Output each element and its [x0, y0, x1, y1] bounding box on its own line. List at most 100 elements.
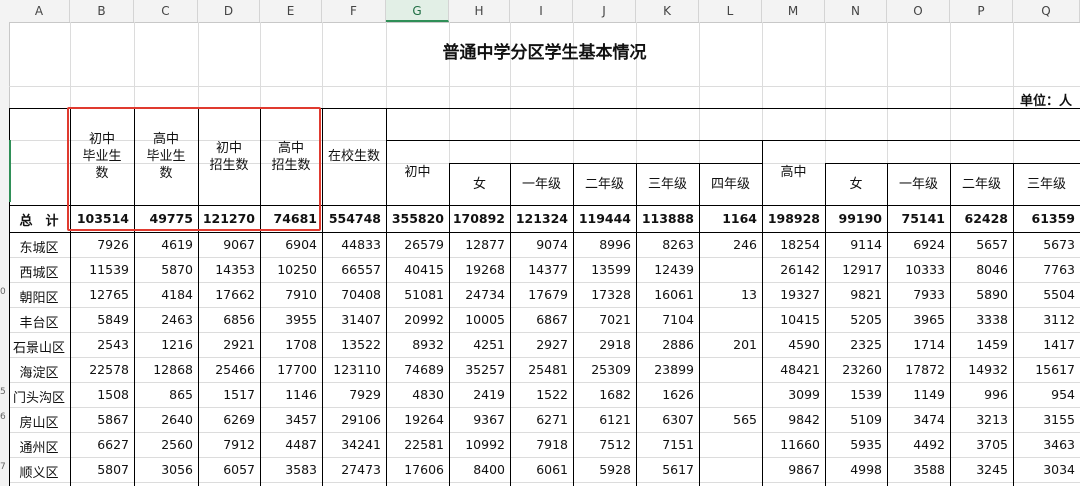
- table-cell[interactable]: 1539: [825, 387, 882, 402]
- table-cell[interactable]: 70408: [322, 287, 381, 302]
- table-cell[interactable]: 119444: [573, 211, 631, 226]
- table-cell[interactable]: 7021: [573, 312, 631, 327]
- table-cell[interactable]: 6057: [198, 462, 255, 477]
- table-cell[interactable]: 10415: [762, 312, 820, 327]
- table-cell[interactable]: 7918: [510, 437, 568, 452]
- table-cell[interactable]: 6061: [510, 462, 568, 477]
- table-cell[interactable]: 17606: [386, 462, 444, 477]
- table-cell[interactable]: 13599: [573, 262, 631, 277]
- table-cell[interactable]: 19268: [449, 262, 505, 277]
- table-cell[interactable]: 7926: [70, 237, 129, 252]
- table-cell[interactable]: 7763: [1013, 262, 1075, 277]
- table-cell[interactable]: 1216: [134, 337, 193, 352]
- table-cell[interactable]: 3338: [950, 312, 1008, 327]
- table-cell[interactable]: 13: [699, 287, 757, 302]
- table-cell[interactable]: 5205: [825, 312, 882, 327]
- table-cell[interactable]: 1626: [636, 387, 694, 402]
- table-cell[interactable]: 34241: [322, 437, 381, 452]
- table-cell[interactable]: 27473: [322, 462, 381, 477]
- table-cell[interactable]: 1459: [950, 337, 1008, 352]
- table-cell[interactable]: 20992: [386, 312, 444, 327]
- table-cell[interactable]: 12917: [825, 262, 882, 277]
- table-cell[interactable]: 9074: [510, 237, 568, 252]
- table-cell[interactable]: 1708: [260, 337, 317, 352]
- table-cell[interactable]: 12765: [70, 287, 129, 302]
- table-cell[interactable]: 8932: [386, 337, 444, 352]
- table-cell[interactable]: 66557: [322, 262, 381, 277]
- table-cell[interactable]: 15617: [1013, 362, 1075, 377]
- table-cell[interactable]: 123110: [322, 362, 381, 377]
- table-cell[interactable]: 2463: [134, 312, 193, 327]
- table-cell[interactable]: 14932: [950, 362, 1008, 377]
- table-cell[interactable]: 11539: [70, 262, 129, 277]
- table-cell[interactable]: 8046: [950, 262, 1008, 277]
- table-cell[interactable]: 19327: [762, 287, 820, 302]
- table-cell[interactable]: 17872: [887, 362, 945, 377]
- table-cell[interactable]: 31407: [322, 312, 381, 327]
- table-cell[interactable]: 75141: [887, 211, 946, 226]
- table-cell[interactable]: 1417: [1013, 337, 1075, 352]
- table-cell[interactable]: 2543: [70, 337, 129, 352]
- table-cell[interactable]: 198928: [762, 211, 820, 226]
- table-cell[interactable]: 51081: [386, 287, 444, 302]
- table-cell[interactable]: 1146: [260, 387, 317, 402]
- table-cell[interactable]: 25309: [573, 362, 631, 377]
- table-cell[interactable]: 29106: [322, 412, 381, 427]
- table-cell[interactable]: 9821: [825, 287, 882, 302]
- table-cell[interactable]: 2921: [198, 337, 255, 352]
- table-cell[interactable]: 3457: [260, 412, 317, 427]
- table-cell[interactable]: 7151: [636, 437, 694, 452]
- table-cell[interactable]: 3955: [260, 312, 317, 327]
- table-cell[interactable]: 18254: [762, 237, 820, 252]
- table-cell[interactable]: 8263: [636, 237, 694, 252]
- table-cell[interactable]: 3463: [1013, 437, 1075, 452]
- table-cell[interactable]: 24734: [449, 287, 505, 302]
- table-cell[interactable]: 3965: [887, 312, 945, 327]
- table-cell[interactable]: 954: [1013, 387, 1075, 402]
- table-cell[interactable]: 99190: [825, 211, 883, 226]
- table-cell[interactable]: 74689: [386, 362, 444, 377]
- table-cell[interactable]: 3112: [1013, 312, 1075, 327]
- table-cell[interactable]: 44833: [322, 237, 381, 252]
- table-cell[interactable]: 6856: [198, 312, 255, 327]
- table-cell[interactable]: 1149: [887, 387, 945, 402]
- table-cell[interactable]: 62428: [950, 211, 1009, 226]
- table-cell[interactable]: 4492: [887, 437, 945, 452]
- table-cell[interactable]: 11660: [762, 437, 820, 452]
- table-cell[interactable]: 3474: [887, 412, 945, 427]
- table-cell[interactable]: 3056: [134, 462, 193, 477]
- table-cell[interactable]: 4487: [260, 437, 317, 452]
- table-cell[interactable]: 565: [699, 412, 757, 427]
- table-cell[interactable]: 5657: [950, 237, 1008, 252]
- table-cell[interactable]: 10250: [260, 262, 317, 277]
- table-cell[interactable]: 2640: [134, 412, 193, 427]
- table-cell[interactable]: 9367: [449, 412, 505, 427]
- table-cell[interactable]: 12439: [636, 262, 694, 277]
- table-cell[interactable]: 3213: [950, 412, 1008, 427]
- table-cell[interactable]: 26579: [386, 237, 444, 252]
- table-cell[interactable]: 6271: [510, 412, 568, 427]
- table-cell[interactable]: 6307: [636, 412, 694, 427]
- table-cell[interactable]: 3099: [762, 387, 820, 402]
- table-cell[interactable]: 7910: [260, 287, 317, 302]
- table-cell[interactable]: 10005: [449, 312, 505, 327]
- table-cell[interactable]: 9114: [825, 237, 882, 252]
- table-cell[interactable]: 6121: [573, 412, 631, 427]
- table-cell[interactable]: 4590: [762, 337, 820, 352]
- table-cell[interactable]: 12868: [134, 362, 193, 377]
- table-cell[interactable]: 5935: [825, 437, 882, 452]
- table-cell[interactable]: 5867: [70, 412, 129, 427]
- table-cell[interactable]: 246: [699, 237, 757, 252]
- table-cell[interactable]: 8996: [573, 237, 631, 252]
- table-cell[interactable]: 4184: [134, 287, 193, 302]
- table-cell[interactable]: 5890: [950, 287, 1008, 302]
- table-cell[interactable]: 5870: [134, 262, 193, 277]
- table-cell[interactable]: 13522: [322, 337, 381, 352]
- table-cell[interactable]: 2886: [636, 337, 694, 352]
- table-cell[interactable]: 6627: [70, 437, 129, 452]
- table-cell[interactable]: 17679: [510, 287, 568, 302]
- table-cell[interactable]: 3705: [950, 437, 1008, 452]
- table-cell[interactable]: 35257: [449, 362, 505, 377]
- table-cell[interactable]: 5109: [825, 412, 882, 427]
- table-cell[interactable]: 26142: [762, 262, 820, 277]
